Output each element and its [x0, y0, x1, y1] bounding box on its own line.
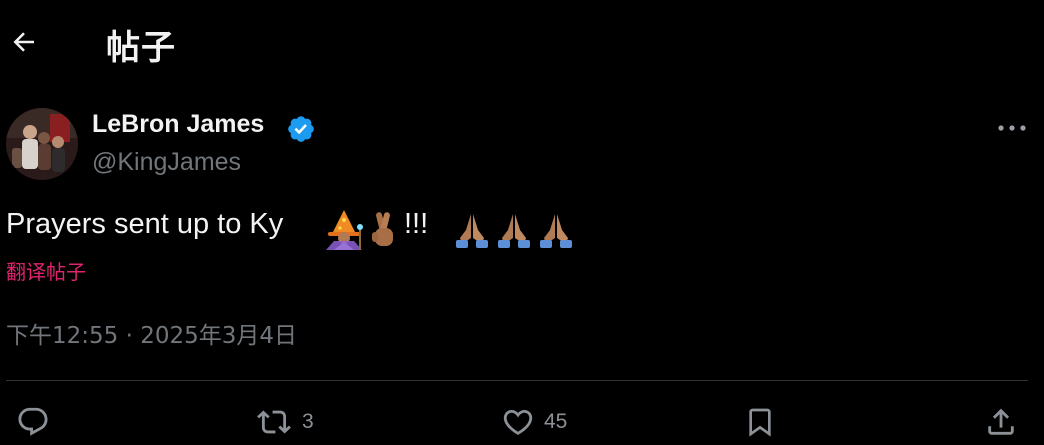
tweet-text: Prayers sent up to Ky	[6, 208, 284, 240]
like-button[interactable]: 45	[500, 400, 567, 444]
bookmark-icon	[749, 408, 771, 437]
user-handle[interactable]: @KingJames	[92, 148, 241, 177]
back-button[interactable]	[6, 24, 42, 60]
folded-hands-emoji-icon	[540, 214, 572, 248]
retweet-count: 3	[302, 410, 314, 433]
retweet-button[interactable]: 3	[254, 400, 314, 444]
post-timestamp[interactable]: 下午12:55 · 2025年3月4日	[6, 316, 297, 350]
page-title: 帖子	[106, 28, 176, 68]
retweet-icon	[257, 410, 291, 434]
avatar-photo	[6, 108, 78, 180]
folded-hands-emoji-icon	[498, 214, 530, 248]
avatar[interactable]	[6, 108, 78, 180]
more-options-button[interactable]	[994, 118, 1030, 138]
share-button[interactable]	[984, 400, 1018, 444]
folded-hands-emoji-icon	[456, 214, 488, 248]
exclamation-text: !!!	[404, 208, 429, 240]
back-arrow-icon	[13, 32, 34, 52]
share-icon	[988, 408, 1014, 435]
crossed-fingers-emoji-icon	[372, 212, 393, 246]
heart-icon	[503, 409, 533, 435]
display-name[interactable]: LeBron James	[92, 110, 264, 139]
divider	[6, 380, 1028, 381]
translate-post-link[interactable]: 翻译帖子	[6, 256, 86, 285]
wizard-emoji-icon	[326, 210, 363, 250]
bookmark-button[interactable]	[744, 400, 776, 444]
more-dots-icon	[998, 125, 1026, 131]
like-count: 45	[544, 410, 568, 433]
reply-icon	[18, 407, 48, 436]
verified-badge-icon	[288, 116, 314, 142]
reply-button[interactable]	[16, 400, 50, 444]
